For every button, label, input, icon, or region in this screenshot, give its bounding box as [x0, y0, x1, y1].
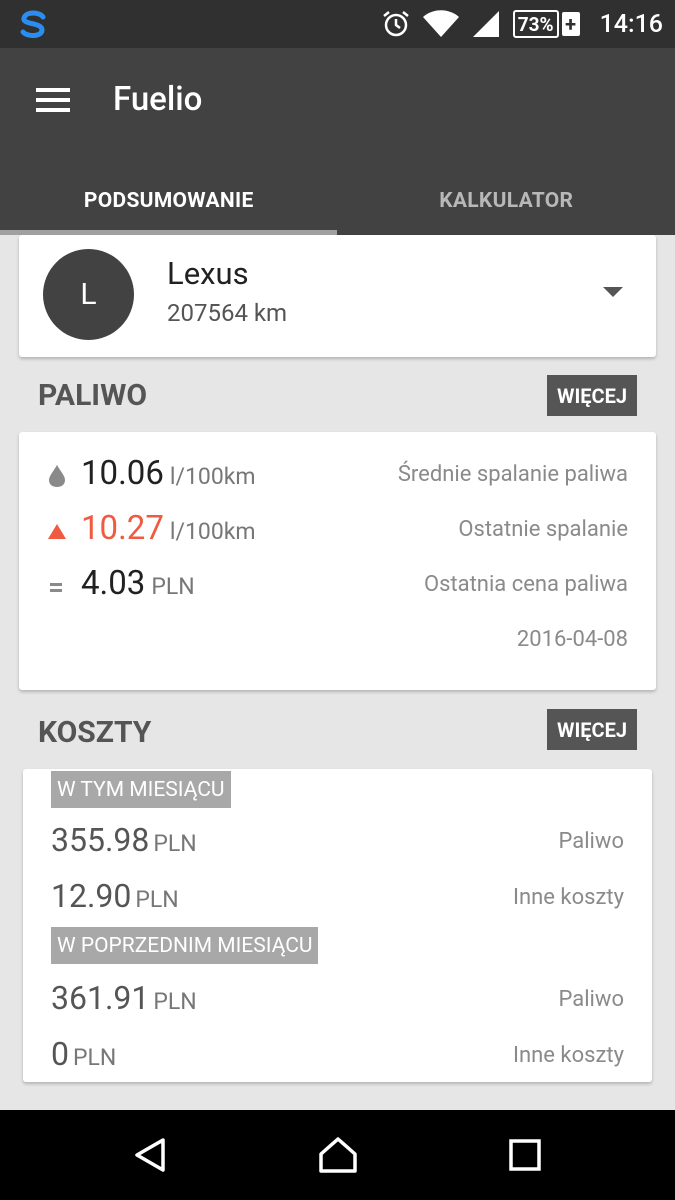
last-price-label: Ostatnia cena paliwa [423, 572, 628, 597]
costs-section-title: KOSZTY [38, 715, 152, 750]
last-consumption-label: Ostatnie spalanie [458, 517, 628, 542]
fuel-summary-card: 10.06 l/100km Średnie spalanie paliwa 10.… [19, 432, 656, 690]
avg-consumption-value: 10.06 [81, 454, 164, 493]
battery-level: 73% [512, 10, 559, 38]
prev-month-fuel-value: 361.91 [51, 979, 150, 1017]
back-icon[interactable] [125, 1135, 175, 1175]
last-price-value: 4.03 [81, 564, 146, 603]
home-icon[interactable] [313, 1135, 363, 1175]
avg-consumption-label: Średnie spalanie paliwa [397, 462, 628, 487]
dropdown-arrow-icon[interactable] [603, 287, 623, 297]
list-item: 355.98 PLN Paliwo [23, 821, 652, 865]
this-month-label: W TYM MIESIĄCU [51, 771, 231, 808]
vehicle-name: Lexus [167, 255, 249, 292]
prev-month-label: W POPRZEDNIM MIESIĄCU [51, 927, 319, 964]
costs-more-button[interactable]: WIĘCEJ [547, 709, 637, 750]
menu-icon[interactable] [22, 76, 84, 124]
avatar: L [43, 249, 134, 340]
recents-icon[interactable] [500, 1135, 550, 1175]
costs-summary-card: W TYM MIESIĄCU 355.98 PLN Paliwo 12.90 PLN… [23, 769, 652, 1082]
last-price-row: 4.03 PLN Ostatnia cena paliwa [19, 562, 656, 612]
battery-charging-icon: + [561, 12, 580, 36]
signal-icon [472, 11, 499, 37]
navigation-bar [0, 1110, 675, 1200]
last-fillup-date: 2016-04-08 [516, 627, 628, 652]
last-consumption-row: 10.27 l/100km Ostatnie spalanie [19, 507, 656, 557]
app-bar: Fuelio PODSUMOWANIE KALKULATOR [0, 48, 675, 235]
avg-consumption-unit: l/100km [169, 463, 256, 490]
app-title: Fuelio [113, 80, 203, 119]
prev-month-other-value: 0 [51, 1035, 69, 1073]
list-item: 0 PLN Inne koszty [23, 1035, 652, 1079]
equals-icon [50, 583, 62, 592]
prev-month-fuel-unit: PLN [153, 988, 197, 1015]
prev-month-fuel-label: Paliwo [558, 987, 624, 1012]
this-month-other-unit: PLN [135, 886, 179, 913]
tab-calculator[interactable]: KALKULATOR [338, 166, 675, 235]
tab-bar: PODSUMOWANIE KALKULATOR [0, 166, 675, 235]
prev-month-other-unit: PLN [72, 1044, 117, 1071]
vehicle-selector[interactable]: L Lexus 207564 km [19, 235, 656, 357]
prev-month-other-label: Inne koszty [513, 1043, 624, 1068]
last-consumption-unit: l/100km [169, 518, 256, 545]
drop-icon [49, 465, 65, 487]
this-month-fuel-unit: PLN [153, 830, 197, 857]
status-time: 14:16 [599, 9, 663, 39]
last-consumption-value: 10.27 [81, 509, 164, 548]
last-price-unit: PLN [151, 573, 195, 600]
battery-indicator: 73% + [512, 10, 580, 38]
fuel-section-title: PALIWO [38, 378, 148, 413]
avg-consumption-row: 10.06 l/100km Średnie spalanie paliwa [19, 452, 656, 502]
tab-summary[interactable]: PODSUMOWANIE [0, 166, 338, 235]
app-notification-icon [20, 10, 46, 38]
list-item: 12.90 PLN Inne koszty [23, 877, 652, 921]
up-arrow-icon [48, 524, 66, 539]
wifi-icon [422, 10, 459, 37]
this-month-fuel-value: 355.98 [51, 821, 150, 859]
vehicle-odometer: 207564 km [167, 299, 288, 327]
fuel-more-button[interactable]: WIĘCEJ [547, 375, 637, 416]
status-bar: 73% + 14:16 [0, 0, 675, 48]
this-month-other-label: Inne koszty [513, 885, 624, 910]
alarm-icon [382, 11, 409, 37]
list-item: 361.91 PLN Paliwo [23, 979, 652, 1023]
this-month-other-value: 12.90 [51, 877, 132, 915]
this-month-fuel-label: Paliwo [558, 829, 624, 854]
